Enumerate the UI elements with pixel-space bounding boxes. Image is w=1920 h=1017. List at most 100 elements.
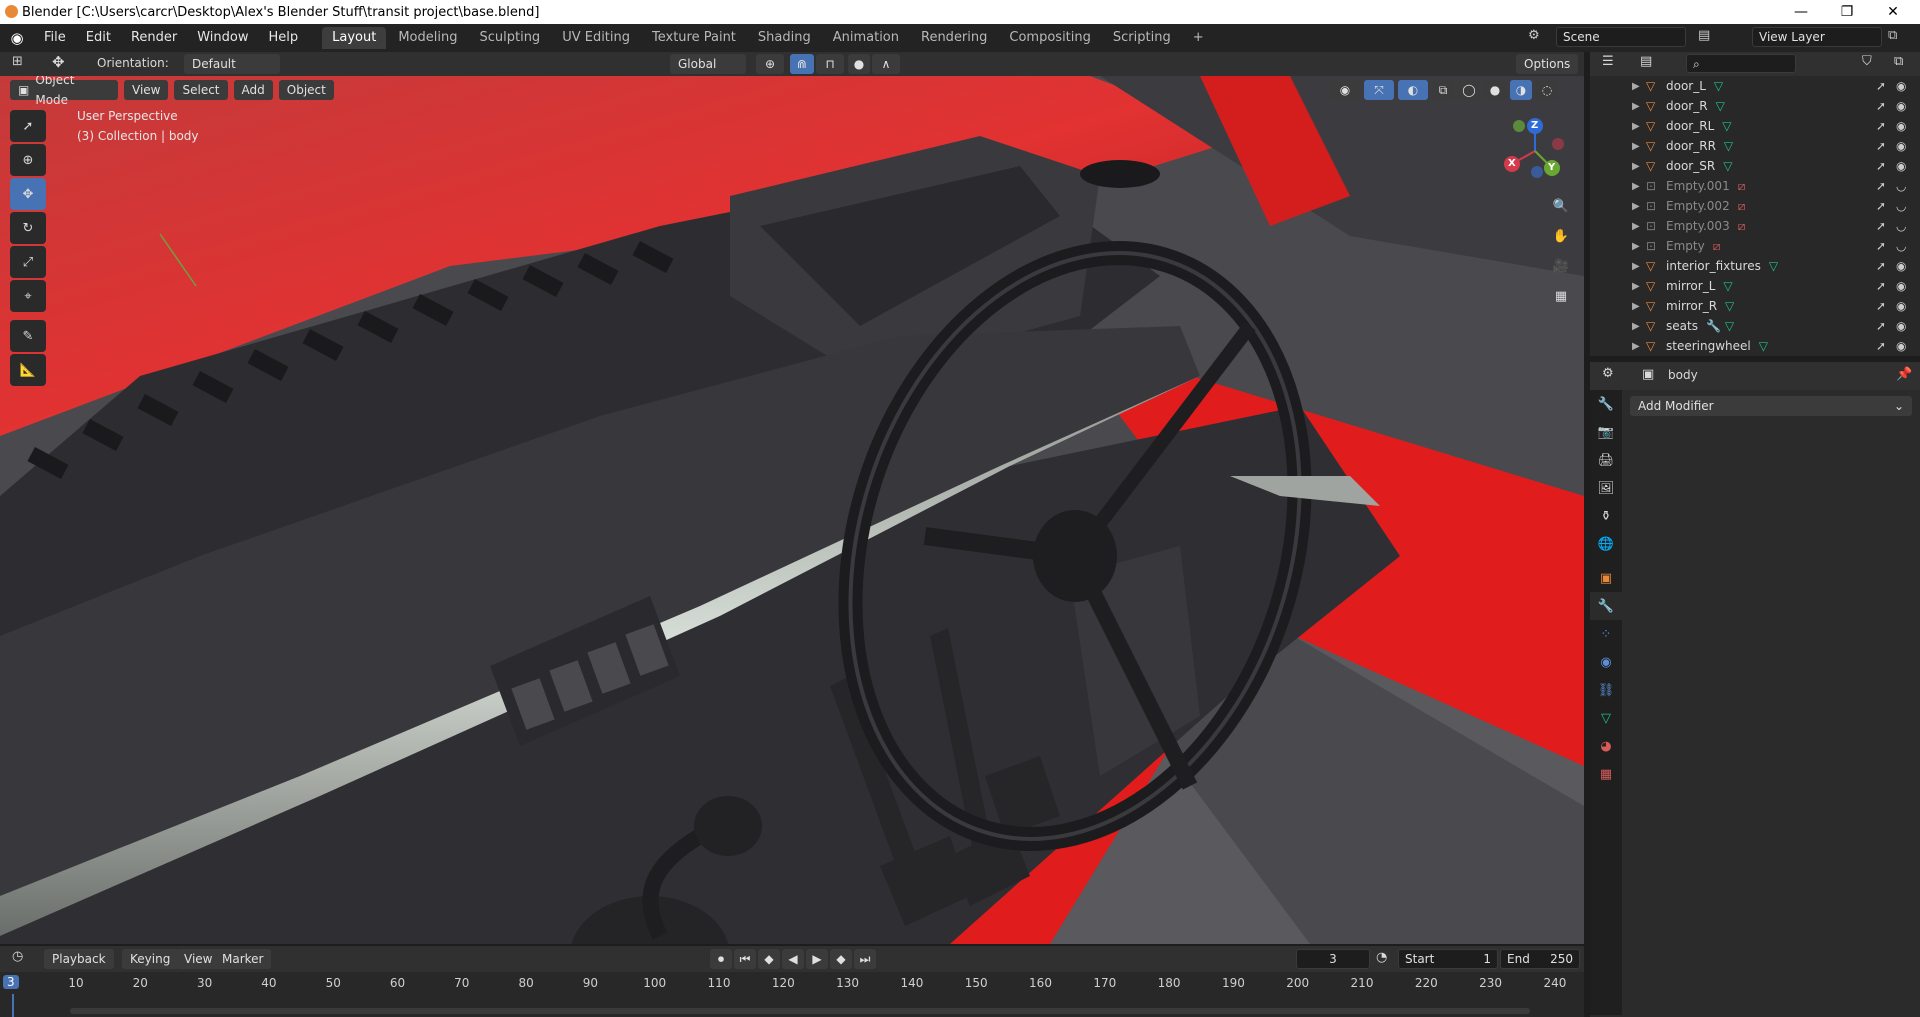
object-mode-dropdown[interactable]: ▣ Object Mode	[10, 76, 118, 107]
properties-editor-icon[interactable]: ⚙	[1602, 366, 1614, 381]
timeline-menu-playback[interactable]: Playback	[44, 949, 114, 969]
orientation-dropdown[interactable]: Default	[184, 54, 280, 74]
end-frame-field[interactable]: End 250	[1500, 949, 1580, 969]
select-tool-icon[interactable]: ➚	[10, 110, 46, 142]
expand-arrow-icon[interactable]: ▶	[1632, 141, 1640, 152]
add-modifier-dropdown[interactable]: Add Modifier ⌄	[1630, 396, 1912, 416]
viewport-menu-add[interactable]: Add	[233, 80, 273, 100]
select-toggle-icon[interactable]: ➚	[1876, 239, 1886, 253]
scene-tab-icon[interactable]: ⚱	[1590, 502, 1622, 530]
timeline-menu-keying[interactable]: Keying	[122, 949, 179, 969]
options-dropdown[interactable]: Options	[1516, 54, 1579, 74]
eye-icon[interactable]: ◉	[1896, 159, 1906, 173]
start-frame-field[interactable]: Start 1	[1398, 949, 1498, 969]
tab-shading[interactable]: Shading	[748, 27, 821, 49]
viewport-menu-object[interactable]: Object	[278, 80, 334, 100]
outliner-row[interactable]: ▶ ▽ door_RL ▽ ➚ ◉	[1590, 116, 1920, 136]
expand-arrow-icon[interactable]: ▶	[1632, 121, 1640, 132]
tab-rendering[interactable]: Rendering	[911, 27, 997, 49]
expand-arrow-icon[interactable]: ▶	[1632, 161, 1640, 172]
tab-sculpting[interactable]: Sculpting	[469, 27, 550, 49]
solid-shading-icon[interactable]: ●	[1484, 80, 1506, 100]
view-layer-field[interactable]: View Layer	[1752, 27, 1882, 47]
timeline-editor-icon[interactable]: ◷	[12, 949, 23, 964]
expand-arrow-icon[interactable]: ▶	[1632, 101, 1640, 112]
eye-icon[interactable]: ◉	[1896, 99, 1906, 113]
viewport-menu-view[interactable]: View	[124, 80, 169, 100]
expand-arrow-icon[interactable]: ▶	[1632, 321, 1640, 332]
eye-icon[interactable]: ◉	[1896, 79, 1906, 93]
material-tab-icon[interactable]: ◕	[1590, 732, 1622, 760]
select-toggle-icon[interactable]: ➚	[1876, 299, 1886, 313]
modifier-tab-icon[interactable]: 🔧	[1590, 592, 1622, 620]
tool-tab-icon[interactable]: 🔧	[1590, 390, 1622, 418]
ortho-grid-icon[interactable]: ▦	[1547, 282, 1575, 310]
tab-scripting[interactable]: Scripting	[1103, 27, 1181, 49]
record-icon[interactable]: ⏺	[710, 949, 732, 969]
render-tab-icon[interactable]: 📷	[1590, 418, 1622, 446]
constraints-tab-icon[interactable]: ⛓	[1590, 676, 1622, 704]
transform-tool-icon[interactable]: ⌖	[10, 280, 46, 312]
select-toggle-icon[interactable]: ➚	[1876, 159, 1886, 173]
play-reverse-icon[interactable]: ◀	[782, 949, 804, 969]
proportional-edit-icon[interactable]: ●	[848, 54, 870, 74]
select-toggle-icon[interactable]: ➚	[1876, 219, 1886, 233]
material-shading-icon[interactable]: ◑	[1510, 80, 1532, 100]
outliner-editor-icon[interactable]: ☰	[1602, 54, 1614, 69]
select-toggle-icon[interactable]: ➚	[1876, 259, 1886, 273]
eye-icon[interactable]: ◉	[1896, 139, 1906, 153]
select-toggle-icon[interactable]: ➚	[1876, 179, 1886, 193]
expand-arrow-icon[interactable]: ▶	[1632, 241, 1640, 252]
visibility-icon[interactable]: ◉	[1330, 80, 1360, 100]
current-frame-marker[interactable]: 3	[3, 975, 19, 989]
select-toggle-icon[interactable]: ➚	[1876, 319, 1886, 333]
eye-icon[interactable]: ◡	[1896, 179, 1906, 193]
move-tool-button-icon[interactable]: ✥	[10, 178, 46, 210]
rendered-shading-icon[interactable]: ◌	[1536, 80, 1558, 100]
eye-icon[interactable]: ◡	[1896, 219, 1906, 233]
wireframe-shading-icon[interactable]: ◯	[1458, 80, 1480, 100]
scene-field[interactable]: Scene	[1556, 27, 1686, 47]
tab-modeling[interactable]: Modeling	[388, 27, 467, 49]
menu-window[interactable]: Window	[187, 24, 258, 52]
tab-layout[interactable]: Layout	[322, 27, 387, 49]
jump-start-icon[interactable]: ⏮	[734, 949, 756, 969]
xray-icon[interactable]: ⧉	[1432, 80, 1454, 100]
object-tab-icon[interactable]: ▣	[1590, 564, 1622, 592]
select-toggle-icon[interactable]: ➚	[1876, 339, 1886, 353]
outliner-row[interactable]: ▶ ▽ door_R ▽ ➚ ◉	[1590, 96, 1920, 116]
outliner-row[interactable]: ▶ ▽ door_SR ▽ ➚ ◉	[1590, 156, 1920, 176]
tab-uv-editing[interactable]: UV Editing	[552, 27, 640, 49]
eye-icon[interactable]: ◡	[1896, 239, 1906, 253]
timeline[interactable]: 10 20 30 40 50 60 70 80 90 100 110 120 130 140 150 160 1…	[0, 972, 1584, 1017]
falloff-icon[interactable]: ∧	[872, 54, 900, 74]
overlay-toggle-icon[interactable]: ◐	[1398, 80, 1428, 100]
maximize-button[interactable]: ❐	[1824, 0, 1870, 24]
outliner-row[interactable]: ▶ ⊡ Empty.002 ⧄ ➚ ◡	[1590, 196, 1920, 216]
select-toggle-icon[interactable]: ➚	[1876, 279, 1886, 293]
add-workspace-button[interactable]: +	[1183, 27, 1214, 49]
select-toggle-icon[interactable]: ➚	[1876, 199, 1886, 213]
snap-icon[interactable]: ⋒	[790, 54, 814, 74]
play-icon[interactable]: ▶	[806, 949, 828, 969]
outliner-row[interactable]: ▶ ▽ mirror_R ▽ ➚ ◉	[1590, 296, 1920, 316]
expand-arrow-icon[interactable]: ▶	[1632, 341, 1640, 352]
output-tab-icon[interactable]: 🖨	[1590, 446, 1622, 474]
prev-keyframe-icon[interactable]: ◆	[758, 949, 780, 969]
snap-target-icon[interactable]: ⊓	[816, 54, 844, 74]
texture-tab-icon[interactable]: ▦	[1590, 760, 1622, 788]
eye-icon[interactable]: ◉	[1896, 259, 1906, 273]
cursor-tool-icon[interactable]: ⊕	[10, 144, 46, 176]
outliner-row[interactable]: ▶ ▽ door_L ▽ ➚ ◉	[1590, 76, 1920, 96]
outliner-row[interactable]: ▶ ⊡ Empty.001 ⧄ ➚ ◡	[1590, 176, 1920, 196]
timeline-scrollbar[interactable]	[70, 1008, 1530, 1014]
world-tab-icon[interactable]: 🌐	[1590, 530, 1622, 558]
expand-arrow-icon[interactable]: ▶	[1632, 221, 1640, 232]
eye-icon[interactable]: ◉	[1896, 339, 1906, 353]
eye-icon[interactable]: ◡	[1896, 199, 1906, 213]
gizmo-toggle-icon[interactable]: ⤧	[1364, 80, 1394, 100]
eye-icon[interactable]: ◉	[1896, 299, 1906, 313]
move-tool-icon[interactable]: ✥	[52, 53, 65, 71]
menu-file[interactable]: File	[34, 24, 76, 52]
current-frame-field[interactable]: 3	[1296, 949, 1370, 969]
